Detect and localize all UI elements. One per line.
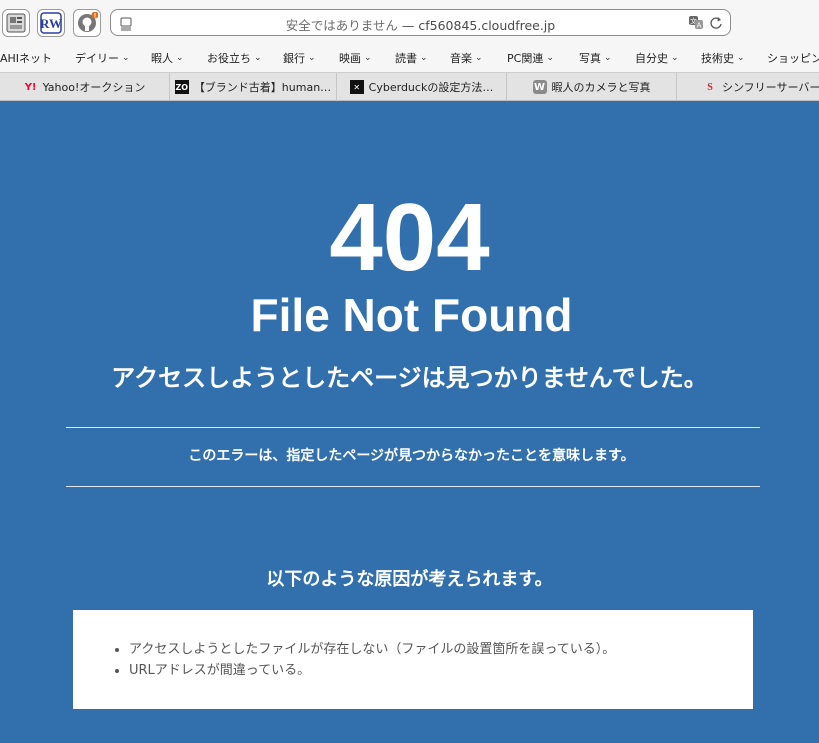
chevron-down-icon: ⌄	[364, 53, 372, 63]
tab-favicon-icon: Y!	[24, 81, 37, 93]
chevron-down-icon: ⌄	[176, 53, 184, 63]
bookmark-item[interactable]: 映画 ⌄	[339, 50, 372, 66]
bookmark-item[interactable]: PC関連 ⌄	[507, 50, 554, 66]
error-description: このエラーは、指定したページが見つからなかったことを意味します。	[188, 448, 635, 464]
bookmark-label: PC関連	[507, 52, 544, 65]
svg-text:!: !	[94, 13, 97, 20]
browser-tab[interactable]: ZO 【ブランド古着】human…	[170, 73, 337, 101]
causes-list: アクセスしようとしたファイルが存在しない（ファイルの設置箇所を誤っている）。UR…	[129, 639, 615, 681]
divider-top	[66, 427, 760, 428]
url-security-label: 安全ではありません	[285, 18, 398, 33]
bookmark-item[interactable]: お役立ち ⌄	[207, 50, 262, 66]
bookmark-label: 技術史	[701, 52, 734, 65]
svg-text:A: A	[697, 22, 702, 30]
bookmark-label: 写真	[579, 52, 601, 65]
error-headline: File Not Found	[250, 289, 573, 341]
browser-tab[interactable]: ✕ Cyberduckの設定方法…	[337, 73, 507, 101]
tab-favicon-icon: W	[532, 80, 547, 94]
bookmark-item[interactable]: デイリー ⌄	[75, 50, 130, 66]
browser-toolbar: RW ! 安全ではありません — cf560845.cloudfree.jp 文…	[0, 0, 819, 44]
bookmark-label: ショッピング	[767, 52, 819, 65]
bookmark-item[interactable]: 写真 ⌄	[579, 50, 612, 66]
error-page: 404 File Not Found アクセスしようとしたページは見つかりません…	[0, 101, 819, 743]
bookmark-label: 映画	[339, 52, 361, 65]
tab-favicon-icon: S	[707, 81, 713, 93]
divider-bottom	[66, 486, 760, 487]
bookmark-label: 読書	[395, 52, 417, 65]
chevron-down-icon: ⌄	[122, 53, 130, 63]
bookmark-label: 暇人	[151, 52, 173, 65]
url-text: 安全ではありません — cf560845.cloudfree.jp	[111, 15, 730, 34]
chevron-down-icon: ⌄	[737, 53, 745, 63]
tab-bar: Y! Yahoo!オークション ZO 【ブランド古着】human… ✕ Cyberduck…	[0, 72, 819, 101]
cause-item: アクセスしようとしたファイルが存在しない（ファイルの設置箇所を誤っている）。	[129, 639, 615, 660]
cause-item: URLアドレスが間違っている。	[129, 660, 615, 681]
bookmarks-bar: AHIネット デイリー ⌄ 暇人 ⌄ お役立ち ⌄ 銀行 ⌄ 映画 ⌄ 読書 ⌄ 音楽 ⌄ PC関連 ⌄ 写真 ⌄ 自…	[0, 44, 819, 72]
rw-app-icon[interactable]: RW	[37, 9, 65, 37]
bookmark-item[interactable]: 暇人 ⌄	[151, 50, 184, 66]
chevron-down-icon: ⌄	[546, 53, 554, 63]
bookmark-label: 音楽	[450, 52, 472, 65]
bookmark-item[interactable]: 銀行 ⌄	[283, 50, 316, 66]
tab-label: 暇人のカメラと写真	[551, 81, 651, 94]
github-app-icon[interactable]: !	[73, 9, 101, 37]
bookmark-item[interactable]: 自分史 ⌄	[635, 50, 679, 66]
bookmark-app-icon[interactable]	[2, 9, 30, 37]
bookmark-label: AHIネット	[0, 52, 53, 65]
bookmark-label: デイリー	[75, 52, 119, 65]
bookmark-item[interactable]: ショッピング	[767, 50, 819, 66]
causes-title: 以下のような原因が考えられます。	[266, 569, 553, 590]
browser-tab[interactable]: S シンフリーサーバー | ネ	[677, 73, 819, 101]
bookmark-label: 自分史	[635, 52, 668, 65]
chevron-down-icon: ⌄	[420, 53, 428, 63]
browser-tab[interactable]: W 暇人のカメラと写真	[507, 73, 677, 101]
reload-icon[interactable]	[709, 15, 723, 34]
bookmark-item[interactable]: 音楽 ⌄	[450, 50, 483, 66]
browser-chrome: RW ! 安全ではありません — cf560845.cloudfree.jp 文…	[0, 0, 819, 101]
tab-label: 【ブランド古着】human…	[193, 81, 332, 94]
tab-label: シンフリーサーバー | ネ	[722, 81, 819, 94]
chevron-down-icon: ⌄	[308, 53, 316, 63]
bookmark-item[interactable]: AHIネット	[0, 50, 52, 66]
chevron-down-icon: ⌄	[254, 53, 262, 63]
browser-tab[interactable]: Y! Yahoo!オークション	[0, 73, 170, 101]
url-separator: —	[401, 18, 415, 33]
url-host: cf560845.cloudfree.jp	[418, 18, 556, 33]
tab-label: Yahoo!オークション	[42, 81, 146, 94]
chevron-down-icon: ⌄	[475, 53, 483, 63]
tab-favicon-icon: ZO	[174, 80, 189, 94]
address-bar[interactable]: 安全ではありません — cf560845.cloudfree.jp 文 A	[110, 9, 731, 36]
bookmark-label: お役立ち	[207, 52, 251, 65]
bookmark-label: 銀行	[283, 52, 305, 65]
chevron-down-icon: ⌄	[604, 53, 612, 63]
bookmark-item[interactable]: 読書 ⌄	[395, 50, 428, 66]
bookmark-item[interactable]: 技術史 ⌄	[701, 50, 745, 66]
svg-text:RW: RW	[40, 16, 62, 31]
translate-icon[interactable]: 文 A	[688, 15, 704, 34]
error-message: アクセスしようとしたページは見つかりませんでした。	[111, 364, 708, 392]
chevron-down-icon: ⌄	[671, 53, 679, 63]
tab-label: Cyberduckの設定方法…	[368, 81, 494, 94]
tab-favicon-icon: ✕	[349, 80, 364, 94]
causes-box: アクセスしようとしたファイルが存在しない（ファイルの設置箇所を誤っている）。UR…	[73, 610, 753, 709]
error-code: 404	[329, 184, 490, 291]
